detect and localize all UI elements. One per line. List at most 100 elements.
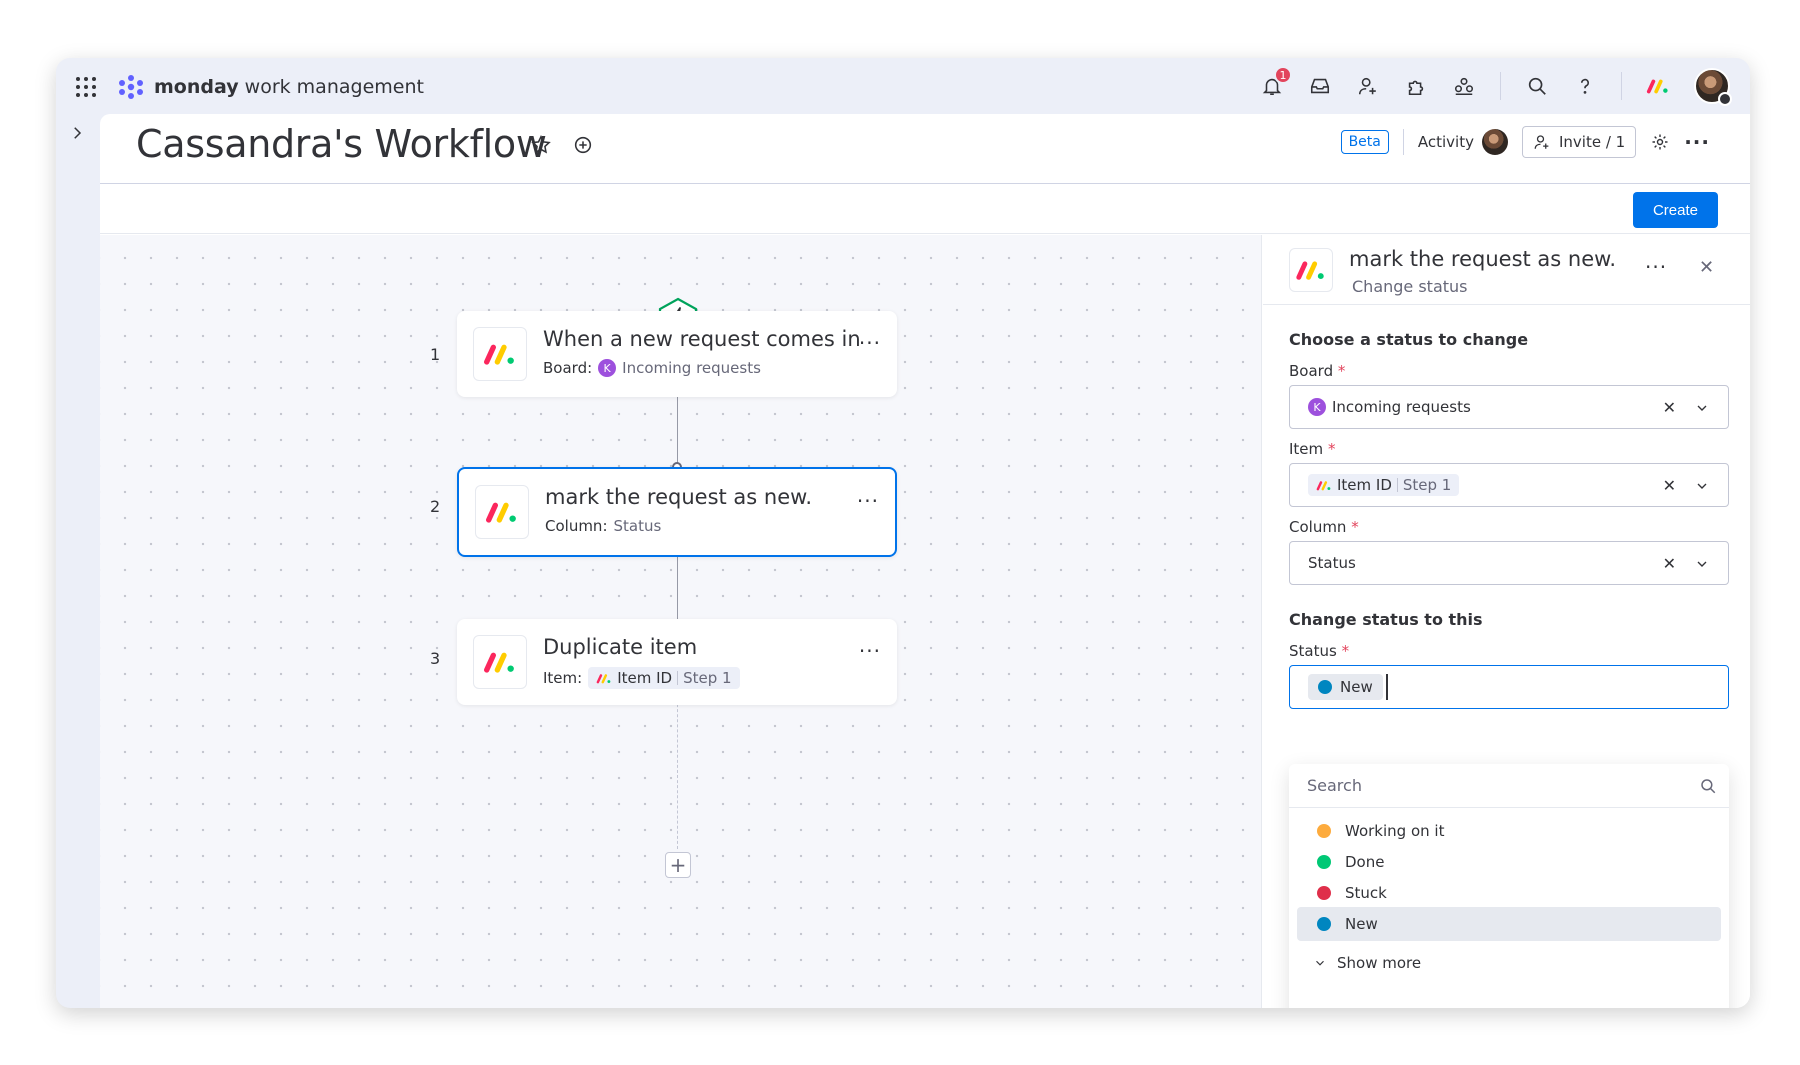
chip-step: Step 1 (1402, 476, 1452, 494)
chip-label: Item ID (1337, 476, 1392, 494)
star-icon[interactable] (530, 134, 552, 156)
chevron-down-icon[interactable] (1694, 556, 1710, 572)
divider (1621, 72, 1622, 100)
integrations-button[interactable] (1404, 74, 1428, 98)
inbox-button[interactable] (1308, 74, 1332, 98)
page-title[interactable]: Cassandra's Workflow (136, 122, 547, 166)
status-option-new[interactable]: New (1297, 907, 1721, 941)
step-more-button[interactable]: ··· (859, 331, 881, 355)
activity-avatar (1481, 129, 1508, 155)
monday-logo-icon (1316, 480, 1331, 490)
required-mark: * (1341, 642, 1350, 660)
add-step-button[interactable]: + (665, 852, 691, 878)
workflow-step-duplicate[interactable]: Duplicate item Item: Item ID Step 1 ··· (457, 619, 897, 705)
divider (1500, 72, 1501, 100)
search-button[interactable] (1525, 74, 1549, 98)
item-select[interactable]: Item ID Step 1 ✕ (1289, 463, 1729, 507)
chevron-down-icon[interactable] (1694, 478, 1710, 494)
search-placeholder: Search (1307, 776, 1362, 795)
step-more-button[interactable]: ··· (859, 639, 881, 663)
step-sub-label: Column: (545, 517, 608, 535)
invite-members-button[interactable] (1356, 74, 1380, 98)
monday-logo-icon (1289, 248, 1333, 292)
board-initial-badge: K (1308, 398, 1326, 416)
chevron-right-icon (74, 127, 82, 139)
board-value: Incoming requests (1332, 398, 1471, 416)
divider (1402, 129, 1404, 155)
toolbar: Create (100, 184, 1750, 234)
teams-button[interactable] (1452, 74, 1476, 98)
monday-logo-icon (1646, 79, 1668, 94)
connector-line (677, 391, 678, 467)
invite-button[interactable]: Invite / 1 (1521, 126, 1637, 158)
required-mark: * (1337, 362, 1346, 380)
help-button[interactable] (1573, 74, 1597, 98)
step-sub-value: Status (613, 517, 662, 535)
step-config-panel: mark the request as new. Change status ·… (1263, 235, 1750, 1008)
board-select[interactable]: K Incoming requests ✕ (1289, 385, 1729, 429)
step-subtitle: Column: Status (545, 517, 661, 535)
label-text: Column (1289, 518, 1347, 536)
selected-status-chip[interactable]: New (1308, 674, 1383, 700)
settings-gear-icon[interactable] (1650, 132, 1670, 152)
app-window: monday work management 1 Cassandra's Wor… (56, 58, 1750, 1008)
step-more-button[interactable]: ··· (857, 489, 879, 513)
monday-flower-icon (119, 75, 143, 99)
status-input[interactable]: New (1289, 665, 1729, 709)
notifications-button[interactable]: 1 (1260, 66, 1292, 98)
monday-logo-icon (596, 673, 611, 683)
show-more-button[interactable]: Show more (1313, 954, 1421, 972)
step-number: 1 (430, 345, 441, 364)
add-update-icon[interactable] (572, 134, 594, 156)
left-rail (56, 114, 100, 1008)
status-option-done[interactable]: Done (1297, 845, 1721, 879)
apps-grid-icon[interactable] (76, 77, 96, 97)
dropdown-search[interactable]: Search (1289, 764, 1729, 808)
main-area: Cassandra's Workflow Beta Activity Invit… (100, 114, 1750, 1008)
chevron-down-icon[interactable] (1694, 400, 1710, 416)
clear-icon[interactable]: ✕ (1663, 398, 1676, 417)
top-bar: monday work management 1 (56, 58, 1750, 114)
step-sub-label: Board: (543, 359, 593, 377)
workflow-step-action-selected[interactable]: mark the request as new. Column: Status … (457, 467, 897, 557)
marketplace-icon (1408, 80, 1424, 96)
step-title: mark the request as new. (545, 485, 813, 509)
brand-logo[interactable]: monday work management (116, 74, 424, 100)
clear-icon[interactable]: ✕ (1663, 476, 1676, 495)
option-label: Working on it (1345, 822, 1445, 840)
option-label: Stuck (1345, 884, 1387, 902)
user-avatar[interactable] (1694, 68, 1732, 106)
panel-title: mark the request as new. (1349, 247, 1617, 271)
label-text: Board (1289, 362, 1334, 380)
field-label: Column * (1289, 518, 1359, 536)
chip-step: Step 1 (683, 669, 732, 687)
monday-apps-button[interactable] (1646, 74, 1670, 98)
status-option-stuck[interactable]: Stuck (1297, 876, 1721, 910)
notification-badge: 1 (1274, 66, 1292, 84)
show-more-label: Show more (1337, 954, 1422, 972)
column-select[interactable]: Status ✕ (1289, 541, 1729, 585)
activity-label: Activity (1417, 133, 1474, 151)
more-options-button[interactable]: ··· (1684, 130, 1710, 154)
activity-button[interactable]: Activity (1418, 129, 1508, 155)
workflow-step-trigger[interactable]: When a new request comes in Board: K Inc… (457, 311, 897, 397)
option-label: Done (1345, 853, 1385, 871)
panel-more-button[interactable]: ··· (1645, 255, 1667, 279)
status-color-dot (1317, 824, 1331, 838)
label-text: Item (1289, 440, 1324, 458)
close-panel-button[interactable]: ✕ (1699, 257, 1714, 278)
presence-indicator (1718, 92, 1732, 106)
clear-icon[interactable]: ✕ (1663, 554, 1676, 573)
status-option-working-on-it[interactable]: Working on it (1297, 814, 1721, 848)
people-icon (1454, 77, 1474, 96)
create-button[interactable]: Create (1632, 192, 1718, 228)
workflow-canvas[interactable]: 1 When a new request comes in Board: K I… (100, 235, 1262, 1008)
step-title: When a new request comes in (543, 327, 861, 351)
expand-sidebar-button[interactable] (68, 124, 86, 146)
field-label: Status * (1289, 642, 1349, 660)
field-label: Item * (1289, 440, 1335, 458)
required-mark: * (1351, 518, 1359, 536)
step-subtitle: Board: K Incoming requests (543, 359, 761, 377)
connector-line (677, 547, 678, 625)
chevron-down-icon (1316, 960, 1324, 966)
